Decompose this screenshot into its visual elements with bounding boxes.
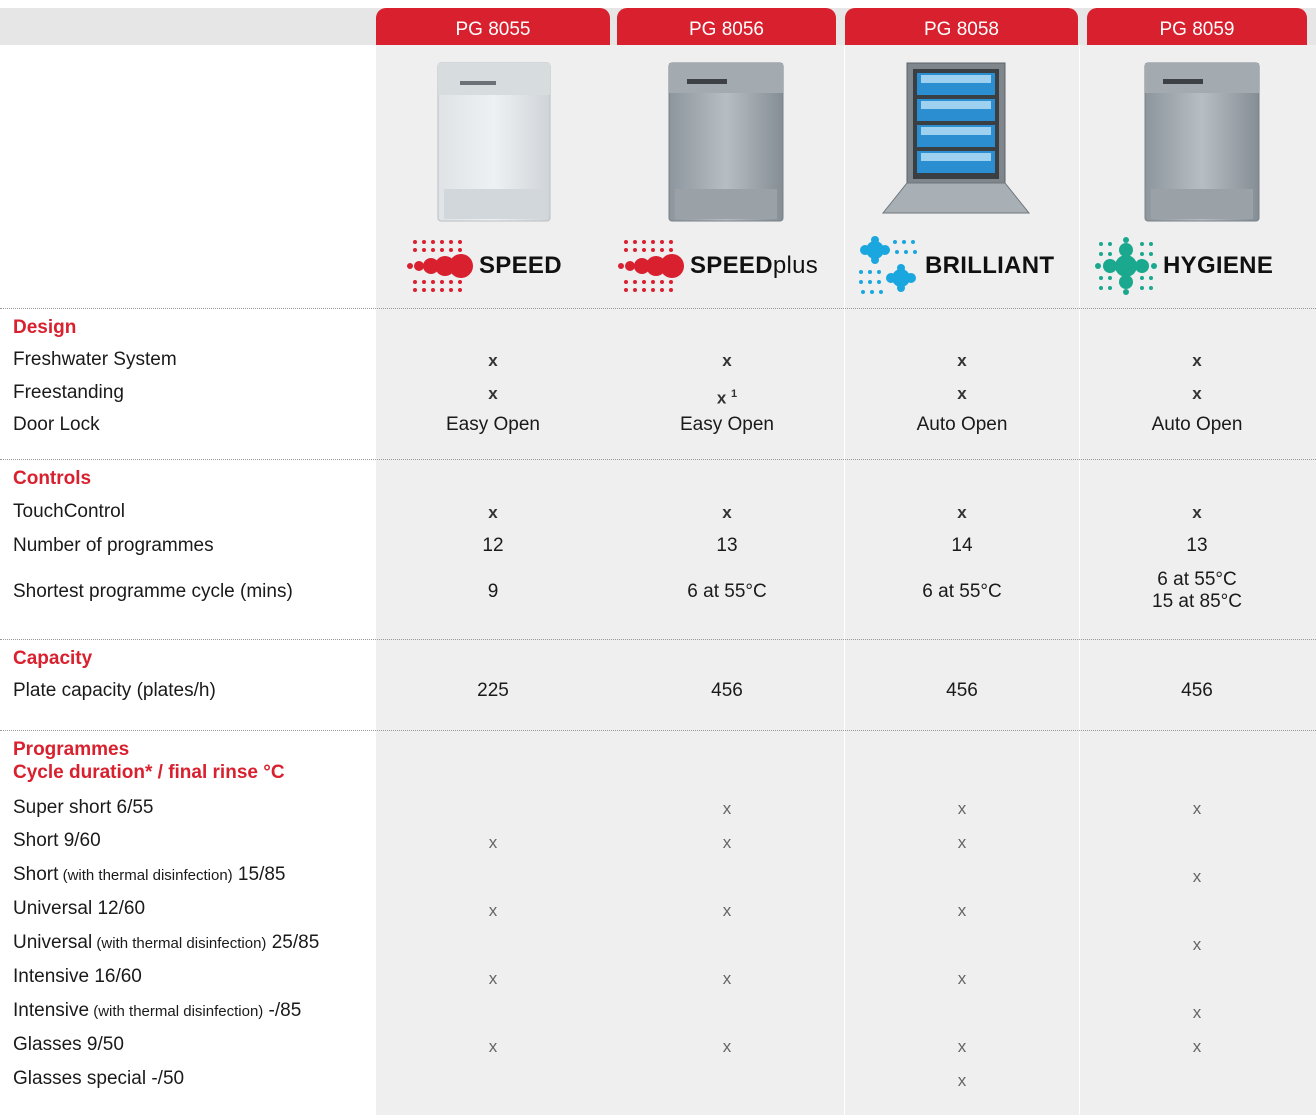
cell: x bbox=[957, 384, 967, 403]
cell: Auto Open bbox=[1151, 414, 1243, 435]
dishwasher-image bbox=[1144, 62, 1260, 222]
cell: x bbox=[1192, 503, 1202, 522]
hygiene-logo: HYGIENE bbox=[1093, 236, 1273, 296]
row-label: Freestanding bbox=[13, 382, 124, 403]
section-divider bbox=[0, 730, 1316, 731]
cell: x bbox=[957, 503, 967, 522]
model-tab: PG 8059 bbox=[1087, 8, 1307, 45]
cell: x bbox=[957, 901, 967, 920]
speed-dots-icon bbox=[407, 240, 473, 292]
model-tab: PG 8058 bbox=[845, 8, 1078, 45]
cell: x bbox=[957, 1037, 967, 1056]
row-label: Glasses special -/50 bbox=[13, 1068, 185, 1089]
logo-wordmark: HYGIENE bbox=[1163, 252, 1274, 279]
cell: x bbox=[957, 351, 967, 370]
cell: x bbox=[957, 799, 967, 818]
row-label: Short 9/60 bbox=[13, 830, 101, 851]
model-tab: PG 8056 bbox=[617, 8, 836, 45]
section-divider bbox=[0, 459, 1316, 460]
row-label: Shortest programme cycle (mins) bbox=[13, 581, 293, 602]
cell: x bbox=[722, 833, 732, 852]
model-tab: PG 8055 bbox=[376, 8, 610, 45]
cell: x bbox=[488, 503, 498, 522]
cell: 456 bbox=[711, 680, 743, 701]
cell: x bbox=[957, 1071, 967, 1090]
cell: 456 bbox=[946, 680, 978, 701]
cell: x bbox=[1192, 351, 1202, 370]
cell: 13 bbox=[716, 535, 738, 556]
brilliant-logo: BRILLIANT bbox=[857, 236, 1054, 296]
row-label: Intensive 16/60 bbox=[13, 966, 142, 987]
cell: 12 bbox=[482, 535, 504, 556]
hygiene-dots-icon bbox=[1095, 237, 1157, 295]
row-label: Glasses 9/50 bbox=[13, 1034, 124, 1055]
section-divider bbox=[0, 308, 1316, 309]
cell: 6 at 55°C bbox=[922, 581, 1002, 602]
cell: x bbox=[722, 901, 732, 920]
cell: x bbox=[488, 384, 498, 403]
row-label: Super short 6/55 bbox=[13, 797, 154, 818]
row-label: Universal 12/60 bbox=[13, 898, 146, 919]
cell: Easy Open bbox=[446, 414, 540, 435]
cell: 456 bbox=[1181, 680, 1213, 701]
row-label: Short (with thermal disinfection) 15/85 bbox=[13, 864, 286, 885]
cell: x bbox=[957, 969, 967, 988]
cell: x bbox=[1192, 1037, 1202, 1056]
row-label: Intensive (with thermal disinfection) -/… bbox=[13, 1000, 302, 1021]
section-title-design: Design bbox=[13, 317, 77, 338]
cell: x 1 bbox=[716, 388, 738, 408]
section-divider bbox=[0, 639, 1316, 640]
cell: 225 bbox=[477, 680, 509, 701]
row-label: TouchControl bbox=[13, 501, 125, 522]
cell: x bbox=[722, 1037, 732, 1056]
row-label: Door Lock bbox=[13, 414, 100, 435]
cell: x bbox=[1192, 1003, 1202, 1022]
speed-logo: SPEED bbox=[407, 236, 562, 296]
cell: x bbox=[488, 351, 498, 370]
cell: 9 bbox=[487, 581, 499, 602]
speedplus-logo: SPEEDplus bbox=[618, 236, 818, 296]
cell: 13 bbox=[1186, 535, 1208, 556]
cell: x bbox=[1192, 799, 1202, 818]
cell: x bbox=[722, 351, 732, 370]
cell: x bbox=[957, 833, 967, 852]
cell: x bbox=[488, 1037, 498, 1056]
row-label: Plate capacity (plates/h) bbox=[13, 680, 216, 701]
cell: x bbox=[1192, 867, 1202, 886]
cell: x bbox=[488, 969, 498, 988]
row-label: Universal (with thermal disinfection) 25… bbox=[13, 932, 320, 953]
row-label: Freshwater System bbox=[13, 349, 177, 370]
dishwasher-image bbox=[437, 62, 551, 222]
logo-wordmark: SPEEDplus bbox=[690, 252, 819, 279]
section-title-controls: Controls bbox=[13, 468, 92, 489]
cell: 14 bbox=[951, 535, 973, 556]
brilliant-dots-icon bbox=[859, 236, 917, 294]
dishwasher-image bbox=[668, 62, 784, 222]
cell: x bbox=[722, 799, 732, 818]
section-title-capacity: Capacity bbox=[13, 648, 93, 669]
cell: Easy Open bbox=[680, 414, 774, 435]
logo-wordmark: BRILLIANT bbox=[925, 252, 1055, 279]
dishwasher-image bbox=[881, 62, 1031, 214]
row-label: Number of programmes bbox=[13, 535, 214, 556]
cell: x bbox=[488, 901, 498, 920]
cell: x bbox=[722, 969, 732, 988]
cell: x bbox=[722, 503, 732, 522]
section-title-programmes: Programmes Cycle duration* / final rinse… bbox=[13, 739, 285, 783]
cell: Auto Open bbox=[916, 414, 1008, 435]
cell: 6 at 55°C bbox=[687, 581, 767, 602]
cell: 6 at 55°C 15 at 85°C bbox=[1152, 569, 1242, 612]
cell: x bbox=[1192, 935, 1202, 954]
footnote-marker: 1 bbox=[731, 388, 738, 400]
cell: x bbox=[1192, 384, 1202, 403]
speed-dots-icon bbox=[618, 240, 684, 292]
cell: x bbox=[488, 833, 498, 852]
logo-wordmark: SPEED bbox=[479, 252, 562, 279]
